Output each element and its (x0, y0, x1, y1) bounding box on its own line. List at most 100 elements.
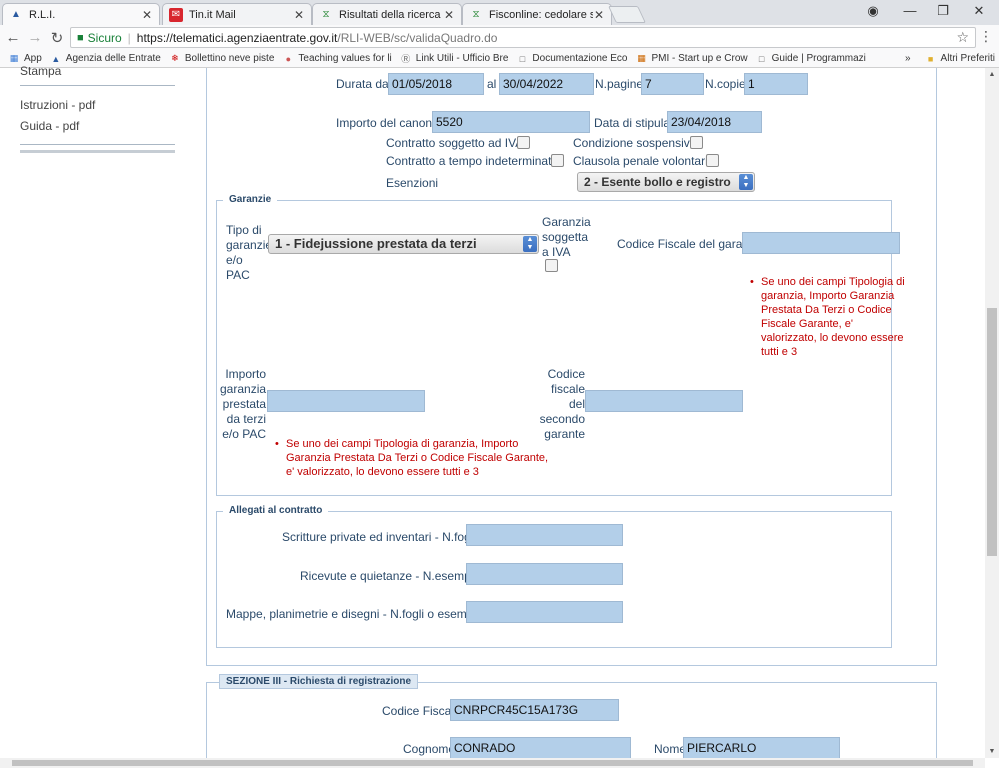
cf-input[interactable]: CNRPCR45C15A173G (450, 699, 619, 721)
sospensiva-checkbox[interactable] (690, 136, 703, 149)
tab-tin-mail[interactable]: ✉ Tin.it Mail ✕ (162, 3, 312, 25)
menu-icon[interactable]: ⋮ (979, 28, 993, 45)
bookmark-label: Documentazione Eco (532, 53, 628, 64)
close-tab-icon[interactable]: ✕ (293, 8, 305, 22)
bookmark-guide[interactable]: □ Guide | Programmazi (756, 53, 866, 65)
bookmark-teaching[interactable]: ● Teaching values for li (282, 53, 392, 65)
indeterminato-label: Contratto a tempo indeterminato (386, 154, 559, 168)
garanzia-iva-checkbox[interactable] (545, 259, 558, 272)
scritture-label: Scritture private ed inventari - N.fogli (282, 530, 477, 544)
person-icon: ● (285, 53, 292, 64)
bookmark-link-utili[interactable]: Ⓡ Link Utili - Ufficio Bre (400, 53, 509, 65)
indeterminato-checkbox[interactable] (551, 154, 564, 167)
tipo-garanzia-value: 1 - Fidejussione prestata da terzi (275, 236, 477, 251)
tab-title: Risultati della ricerca per (339, 8, 443, 21)
durata-dal-input[interactable]: 01/05/2018 (388, 73, 484, 95)
scrollbar-thumb[interactable] (987, 308, 997, 556)
tipo-garanzia-label: Tipo di garanzie e/o PAC (226, 223, 273, 282)
sezione3-legend: SEZIONE III - Richiesta di registrazione (219, 674, 419, 689)
cognome-input[interactable]: CONRADO (450, 737, 631, 758)
scritture-input[interactable] (466, 524, 623, 546)
bookmark-label: PMI - Start up e Crow (651, 53, 748, 64)
garanzia-error-2: • Se uno dei campi Tipologia di garanzia… (275, 437, 551, 479)
chevron-updown-icon: ▲ ▼ (739, 174, 753, 190)
bookmark-neve[interactable]: ❄ Bollettino neve piste (169, 53, 274, 65)
horizontal-scrollbar[interactable] (0, 758, 985, 768)
tab-fisconline[interactable]: ⧖ Fisconline: cedolare secc ✕ (462, 3, 612, 25)
tab-title: R.L.I. (29, 8, 56, 21)
restore-icon[interactable]: ❐ (928, 3, 958, 19)
new-tab-button[interactable] (608, 6, 646, 23)
bookmark-label: Link Utili - Ufficio Bre (415, 53, 509, 64)
bookmark-label: Teaching values for li (298, 53, 392, 64)
minimize-icon[interactable]: — (895, 3, 925, 18)
tin-mail-icon: ✉ (169, 7, 183, 22)
importo-garanzia-input[interactable] (267, 390, 425, 412)
penale-label: Clausola penale volontaria (573, 154, 715, 168)
cf-label: Codice Fiscale (382, 704, 461, 718)
cf-garante-label: Codice Fiscale del garante (617, 237, 760, 251)
canone-input[interactable]: 5520 (432, 111, 590, 133)
profile-icon[interactable]: ◉ (858, 3, 888, 19)
garanzie-legend: Garanzie (223, 194, 278, 205)
sidebar: Stampa Istruzioni - pdf Guida - pdf (0, 64, 190, 758)
garanzia-error-1: • Se uno dei campi Tipologia di garanzia… (750, 275, 909, 359)
tab-rli[interactable]: ▲ R.L.I. ✕ (2, 3, 160, 25)
reload-icon[interactable]: ↻ (48, 29, 66, 47)
bullet: • (750, 276, 754, 288)
close-tab-icon[interactable]: ✕ (443, 8, 455, 22)
bookmark-documentazione[interactable]: □ Documentazione Eco (516, 53, 628, 65)
importo-garanzia-label: Importo garanzia prestata da terzi e/o P… (220, 367, 267, 441)
bookmarks-bar: ▦ App ▲ Agenzia delle Entrate ❄ Bollettino … (0, 50, 999, 68)
wordpress-icon: Ⓡ (401, 54, 411, 64)
ncopie-input[interactable]: 1 (744, 73, 808, 95)
nome-input[interactable]: PIERCARLO (683, 737, 840, 758)
url-path: /RLI-WEB/sc/validaQuadro.do (337, 30, 498, 45)
sidebar-link-guida[interactable]: Guida - pdf (20, 119, 79, 133)
bookmark-agenzia[interactable]: ▲ Agenzia delle Entrate (50, 53, 161, 65)
sidebar-item-stampa[interactable]: Stampa (20, 64, 61, 78)
tipo-garanzia-select[interactable]: 1 - Fidejussione prestata da terzi ▲ ▼ (268, 234, 539, 254)
other-bookmarks[interactable]: ■ Altri Preferiti (925, 53, 995, 65)
apps-grid-icon: ▦ (9, 53, 19, 63)
lock-icon: ■ (77, 31, 84, 44)
close-tab-icon[interactable]: ✕ (593, 8, 605, 22)
page-icon: □ (758, 53, 765, 64)
cf-secondo-garante-input[interactable] (585, 390, 743, 412)
bookmark-pmi[interactable]: ▦ PMI - Start up e Crow (635, 53, 747, 65)
esenzioni-label: Esenzioni (386, 176, 439, 190)
tab-risultati[interactable]: ⧖ Risultati della ricerca per ✕ (312, 3, 462, 25)
ncopie-label: N.copie (705, 77, 746, 91)
vertical-scrollbar[interactable]: ▲ ▼ (985, 68, 999, 758)
mappe-input[interactable] (466, 601, 623, 623)
more-bookmarks-button[interactable]: » (905, 53, 911, 64)
bookmark-app[interactable]: ▦ App (8, 53, 42, 65)
npagine-input[interactable]: 7 (641, 73, 704, 95)
bookmark-star-icon[interactable]: ☆ (956, 29, 969, 46)
bookmark-label: Agenzia delle Entrate (65, 53, 161, 64)
back-icon[interactable]: ← (4, 29, 22, 46)
divider (20, 150, 175, 153)
sidebar-link-istruzioni[interactable]: Istruzioni - pdf (20, 98, 95, 112)
esenzioni-select[interactable]: 2 - Esente bollo e registro ▲ ▼ (577, 172, 755, 192)
cf-garante-input[interactable] (742, 232, 900, 254)
divider: | (127, 30, 131, 45)
scroll-down-icon[interactable]: ▼ (987, 748, 997, 755)
scroll-up-icon[interactable]: ▲ (987, 71, 997, 78)
bookmark-label: Altri Preferiti (940, 53, 995, 64)
scrollbar-thumb[interactable] (12, 760, 973, 766)
browser-tab-strip: ▲ R.L.I. ✕ ✉ Tin.it Mail ✕ ⧖ Risultati d… (0, 0, 999, 25)
iva-label: Contratto soggetto ad IVA (386, 136, 524, 150)
penale-checkbox[interactable] (706, 154, 719, 167)
iva-checkbox[interactable] (517, 136, 530, 149)
al-input[interactable]: 30/04/2022 (499, 73, 594, 95)
forward-icon[interactable]: → (26, 29, 44, 46)
ricevute-input[interactable] (466, 563, 623, 585)
close-window-icon[interactable]: ✕ (964, 3, 994, 19)
close-tab-icon[interactable]: ✕ (141, 8, 153, 22)
stipula-input[interactable]: 23/04/2018 (667, 111, 762, 133)
durata-label: Durata dal (336, 77, 392, 91)
fisconline-icon: ⧖ (322, 9, 330, 20)
bookmark-label: App (24, 53, 42, 64)
address-bar[interactable]: ■ Sicuro | https://telematici.agenziaent… (70, 27, 976, 48)
